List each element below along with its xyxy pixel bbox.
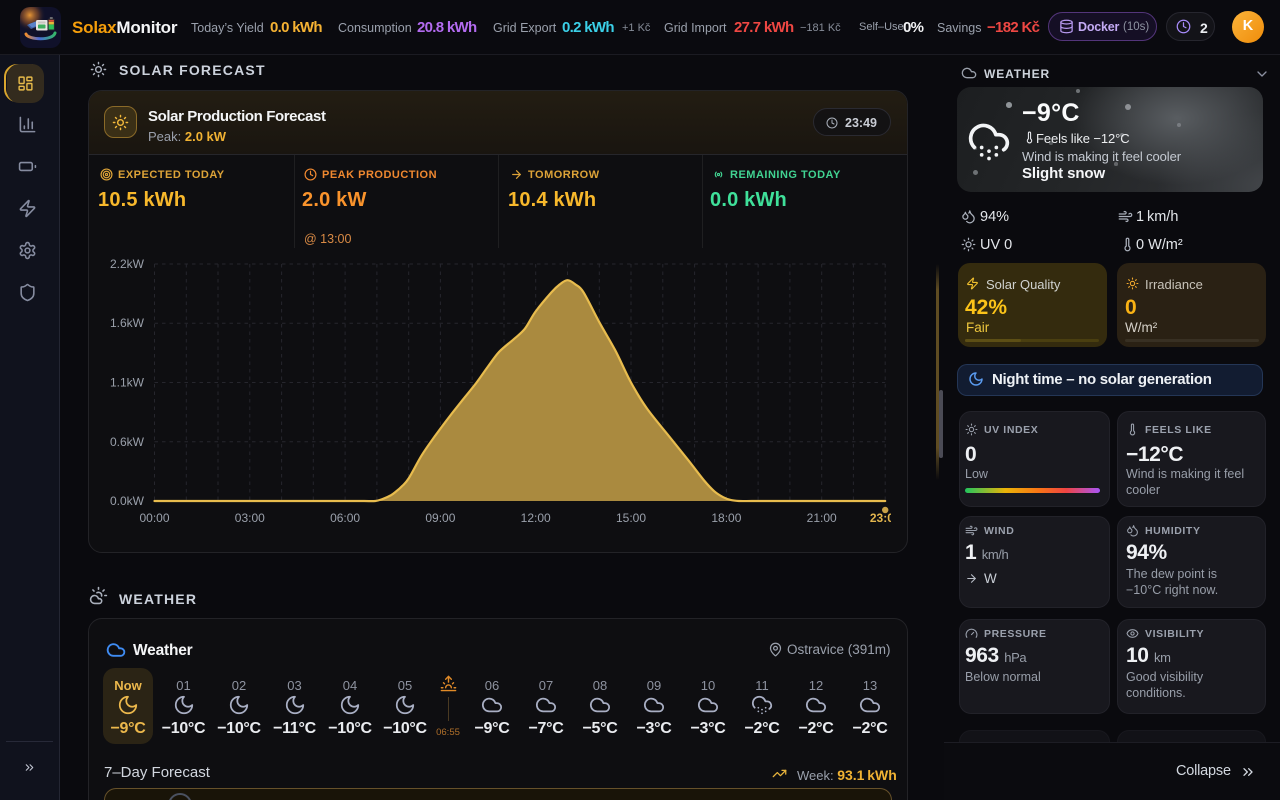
svg-text:18:00: 18:00 xyxy=(711,511,741,525)
svg-text:00:00: 00:00 xyxy=(139,511,169,525)
svg-text:0.0kW: 0.0kW xyxy=(110,494,145,508)
svg-text:0.6kW: 0.6kW xyxy=(110,435,145,449)
svg-text:06:00: 06:00 xyxy=(330,511,360,525)
svg-text:2.2kW: 2.2kW xyxy=(110,257,145,271)
svg-text:12:00: 12:00 xyxy=(521,511,551,525)
svg-text:23:00: 23:00 xyxy=(870,511,891,525)
svg-text:09:00: 09:00 xyxy=(425,511,455,525)
svg-text:1.1kW: 1.1kW xyxy=(110,376,145,390)
svg-text:03:00: 03:00 xyxy=(235,511,265,525)
svg-text:15:00: 15:00 xyxy=(616,511,646,525)
svg-text:21:00: 21:00 xyxy=(807,511,837,525)
svg-text:1.6kW: 1.6kW xyxy=(110,316,145,330)
